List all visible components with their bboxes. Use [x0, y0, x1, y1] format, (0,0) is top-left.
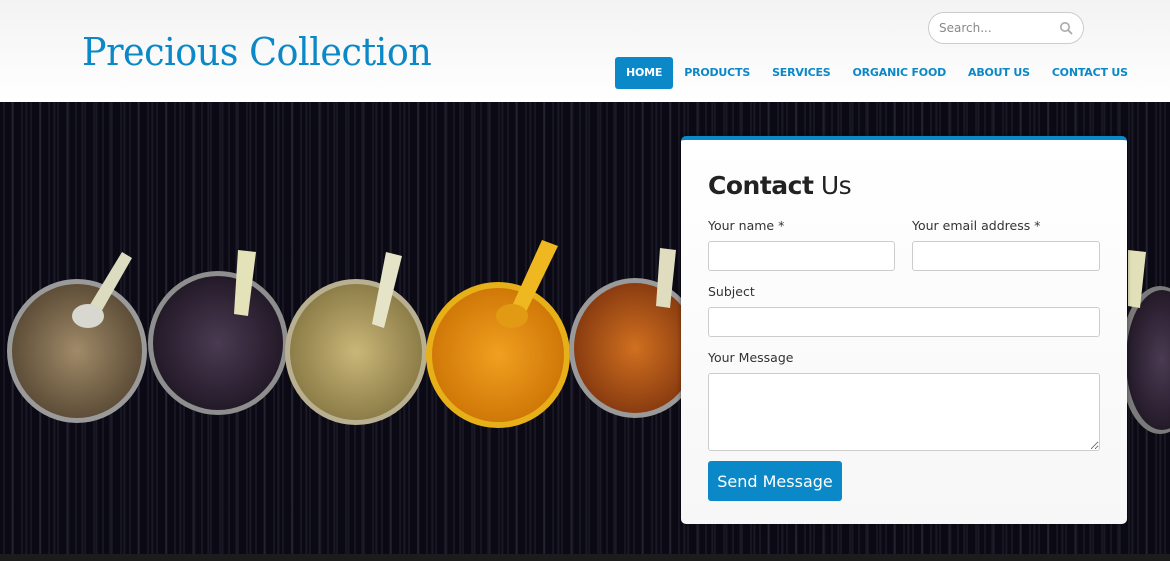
subject-field[interactable]	[708, 307, 1100, 337]
nav-services[interactable]: SERVICES	[761, 57, 841, 89]
contact-panel: Contact Us Your name * Your email addres…	[681, 136, 1127, 524]
name-field[interactable]	[708, 241, 895, 271]
nav-contact-us[interactable]: CONTACT US	[1041, 57, 1139, 89]
bowl-mustard-seeds	[148, 250, 288, 415]
site-logo[interactable]: Precious Collection	[82, 30, 432, 74]
contact-title: Contact Us	[708, 171, 852, 200]
send-message-button[interactable]: Send Message	[708, 461, 842, 501]
main-nav: HOME PRODUCTS SERVICES ORGANIC FOOD ABOU…	[615, 57, 1139, 89]
email-field[interactable]	[912, 241, 1100, 271]
nav-organic-food[interactable]: ORGANIC FOOD	[842, 57, 958, 89]
bowl-mustard-seeds-right	[1120, 250, 1170, 434]
name-label: Your name *	[708, 218, 785, 233]
search-input[interactable]	[939, 19, 1049, 37]
nav-about-us[interactable]: ABOUT US	[957, 57, 1041, 89]
search-box[interactable]	[928, 12, 1084, 44]
contact-title-bold: Contact	[708, 171, 814, 200]
message-label: Your Message	[708, 350, 794, 365]
nav-home[interactable]: HOME	[615, 57, 674, 89]
message-textarea[interactable]	[708, 373, 1100, 451]
search-icon[interactable]	[1059, 21, 1073, 35]
bowl-turmeric	[426, 240, 570, 428]
site-header: Precious Collection HOME PRODUCTS SERVIC…	[0, 0, 1170, 102]
nav-products[interactable]: PRODUCTS	[673, 57, 761, 89]
bowl-coriander	[285, 252, 427, 425]
footer-band	[0, 554, 1170, 561]
email-label: Your email address *	[912, 218, 1041, 233]
contact-title-light: Us	[813, 171, 852, 200]
subject-label: Subject	[708, 284, 755, 299]
bowl-cumin	[7, 252, 147, 423]
